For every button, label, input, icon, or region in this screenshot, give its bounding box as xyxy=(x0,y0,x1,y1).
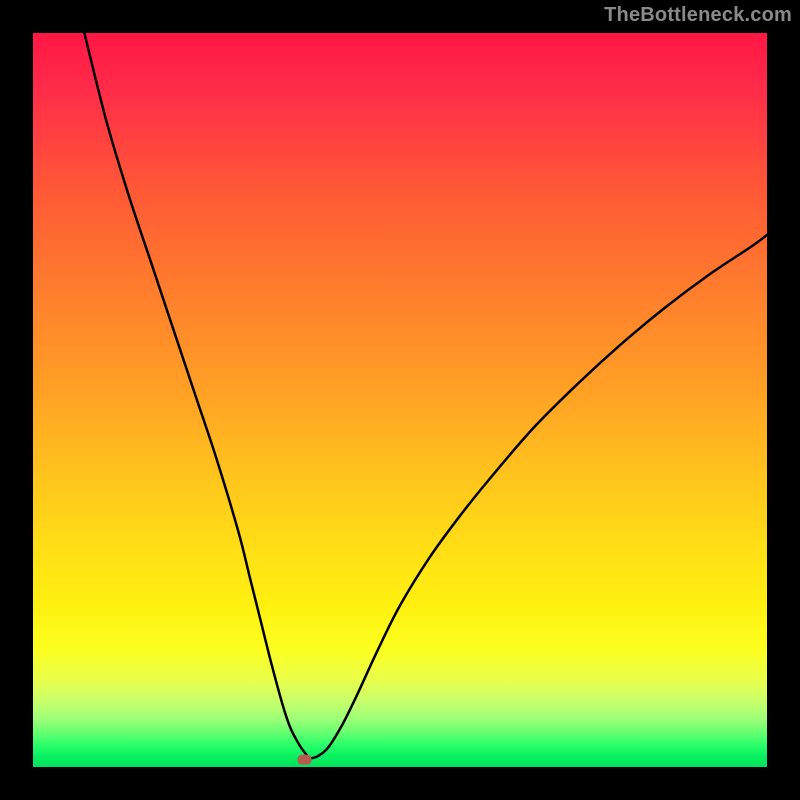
plot-area xyxy=(33,33,767,767)
chart-frame: TheBottleneck.com xyxy=(0,0,800,800)
bottleneck-curve xyxy=(84,33,767,758)
watermark-text: TheBottleneck.com xyxy=(604,4,792,27)
curve-svg xyxy=(33,33,767,767)
optimal-point-marker xyxy=(298,755,312,765)
